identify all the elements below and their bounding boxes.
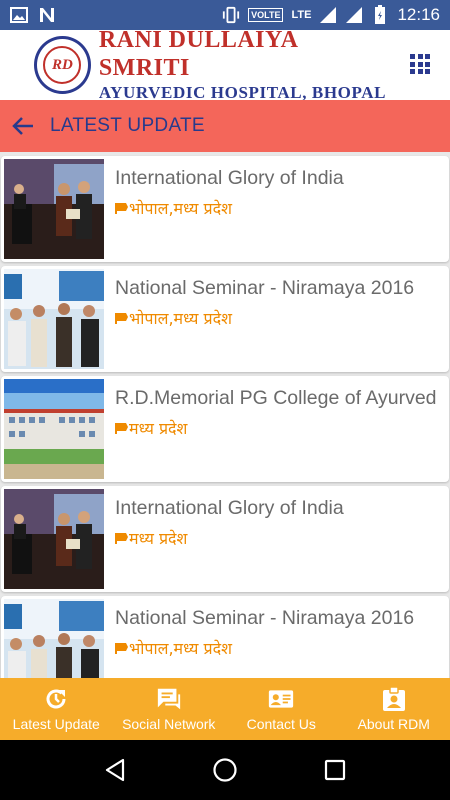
signal-icon — [345, 6, 363, 24]
award-photo — [4, 489, 104, 589]
item-location-text: मध्य प्रदेश — [129, 419, 188, 438]
back-icon[interactable] — [100, 755, 130, 785]
list-item[interactable]: National Seminar - Niramaya 2016 भोपाल,म… — [1, 266, 449, 372]
item-location: भोपाल,मध्य प्रदेश — [115, 637, 414, 659]
nav-social-network[interactable]: Social Network — [113, 678, 226, 740]
vibrate-icon — [222, 6, 240, 24]
fair-photo — [4, 269, 104, 369]
item-title: R.D.Memorial PG College of Ayurved — [115, 387, 437, 409]
lte-indicator: LTE — [291, 9, 312, 21]
hospital-logo: RD RANI DULLAIYA SMRITI AYURVEDIC HOSPIT… — [34, 27, 388, 102]
item-location-text: भोपाल,मध्य प्रदेश — [129, 309, 232, 328]
logo-seal: RD — [34, 36, 91, 94]
clock: 12:16 — [397, 5, 440, 24]
flag-icon — [115, 642, 128, 654]
volte-badge: VOLTE — [248, 8, 284, 22]
flag-icon — [115, 532, 128, 544]
item-title: International Glory of India — [115, 167, 344, 189]
item-title: National Seminar - Niramaya 2016 — [115, 607, 415, 629]
fair-photo — [4, 599, 104, 678]
home-icon[interactable] — [210, 755, 240, 785]
grid-menu-icon[interactable] — [410, 54, 430, 74]
flag-icon — [115, 422, 128, 434]
page-title-bar: LATEST UPDATE — [0, 100, 450, 152]
bottom-navigation: Latest Update Social Network Contact Us … — [0, 678, 450, 740]
recents-icon[interactable] — [320, 755, 350, 785]
page-title: LATEST UPDATE — [50, 115, 205, 136]
item-location: मध्य प्रदेश — [115, 527, 344, 549]
flag-icon — [115, 312, 128, 324]
update-icon — [43, 686, 69, 712]
contact-card-icon — [268, 686, 294, 712]
nav-label: Social Network — [122, 716, 216, 732]
nav-contact-us[interactable]: Contact Us — [225, 678, 338, 740]
nav-about-rdm[interactable]: About RDM — [338, 678, 450, 740]
list-item[interactable]: International Glory of India भोपाल,मध्य … — [1, 156, 449, 262]
item-location-text: भोपाल,मध्य प्रदेश — [129, 199, 232, 218]
college-photo — [4, 379, 104, 479]
item-location-text: भोपाल,मध्य प्रदेश — [129, 639, 232, 658]
image-icon — [10, 6, 28, 24]
logo-title: RANI DULLAIYA SMRITI — [98, 27, 298, 81]
chat-icon — [156, 686, 182, 712]
n-icon — [38, 6, 56, 24]
signal-icon — [319, 6, 337, 24]
nav-latest-update[interactable]: Latest Update — [0, 678, 113, 740]
battery-icon — [371, 5, 389, 24]
list-item[interactable]: R.D.Memorial PG College of Ayurved मध्य … — [1, 376, 449, 482]
nav-label: Contact Us — [246, 716, 316, 732]
app-header: RD RANI DULLAIYA SMRITI AYURVEDIC HOSPIT… — [0, 27, 450, 102]
flag-icon — [115, 202, 128, 214]
item-title: International Glory of India — [115, 497, 344, 519]
update-list: International Glory of India भोपाल,मध्य … — [0, 152, 450, 678]
award-photo — [4, 159, 104, 259]
back-arrow-icon[interactable] — [10, 113, 36, 139]
item-title: National Seminar - Niramaya 2016 — [115, 277, 415, 299]
system-navigation-bar — [0, 740, 450, 800]
list-item[interactable]: National Seminar - Niramaya 2016 भोपाल,म… — [1, 596, 449, 678]
nav-label: About RDM — [357, 716, 430, 732]
item-location: मध्य प्रदेश — [115, 417, 437, 439]
item-location-text: मध्य प्रदेश — [129, 529, 188, 548]
list-item[interactable]: International Glory of India मध्य प्रदेश — [1, 486, 449, 592]
logo-seal-text: RD — [43, 46, 82, 84]
item-location: भोपाल,मध्य प्रदेश — [115, 197, 344, 219]
badge-icon — [381, 686, 407, 712]
item-location: भोपाल,मध्य प्रदेश — [115, 307, 414, 329]
nav-label: Latest Update — [12, 716, 100, 732]
